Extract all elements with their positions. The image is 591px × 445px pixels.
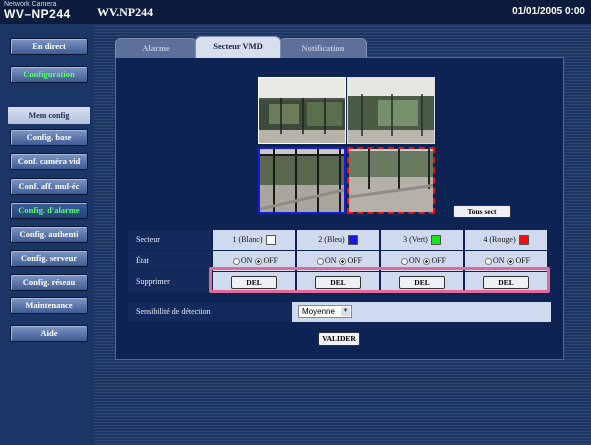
sector-2-label: 2 (Bleu)	[318, 235, 345, 244]
sector-1-area[interactable]	[258, 77, 346, 144]
sector-3-off-label: OFF	[431, 256, 447, 265]
sidebar-item-config-base[interactable]: Config. base	[10, 129, 88, 146]
sensitivity-value: Moyenne	[302, 307, 335, 316]
sector-1-off-radio[interactable]	[255, 257, 263, 265]
sidebar-item-camera-video[interactable]: Conf. caméra vid	[10, 153, 88, 170]
sector-3-on-radio[interactable]	[400, 257, 408, 265]
sensitivity-label: Sensibilité de détection	[128, 302, 291, 322]
chevron-down-icon: ▼	[341, 307, 350, 316]
valider-button[interactable]: VALIDER	[318, 332, 360, 346]
sector-3-label: 3 (Vert)	[403, 235, 428, 244]
brand-model: WV–NP244	[4, 7, 71, 21]
sector-2-header: 2 (Bleu)	[297, 230, 379, 250]
sector-3-header: 3 (Vert)	[381, 230, 463, 250]
sector-4-area[interactable]	[347, 147, 435, 214]
sector-4-on-label: ON	[492, 256, 505, 265]
sensitivity-cell: Moyenne ▼	[292, 302, 551, 322]
sector-1-swatch	[265, 235, 276, 246]
tab-notification[interactable]: Notification	[279, 38, 367, 58]
help-button[interactable]: Aide	[10, 325, 88, 342]
sector-4-off-label: OFF	[515, 256, 531, 265]
sector-2-off-radio[interactable]	[339, 257, 347, 265]
datetime: 01/01/2005 0:00	[512, 6, 585, 17]
sidebar-item-network[interactable]: Config. réseau	[10, 274, 88, 291]
sector-2-off-label: OFF	[347, 256, 363, 265]
sidebar-item-authentication[interactable]: Config. authenti	[10, 226, 88, 243]
row-label-secteur: Secteur	[128, 230, 211, 250]
sector-1-off-label: OFF	[263, 256, 279, 265]
page-title: WV.NP244	[97, 5, 154, 19]
mem-config-label: Mem config	[8, 107, 90, 124]
sidebar-item-maintenance[interactable]: Maintenance	[10, 297, 88, 314]
sector-4-on-radio[interactable]	[484, 257, 492, 265]
sector-2-area[interactable]	[258, 147, 346, 214]
sector-4-swatch	[518, 235, 529, 246]
sector-1-on-radio[interactable]	[232, 257, 240, 265]
sector-4-label: 4 (Rouge)	[483, 235, 516, 244]
row-label-etat: État	[128, 251, 211, 271]
sector-3-off-radio[interactable]	[423, 257, 431, 265]
delete-row-highlight	[209, 267, 550, 293]
sidebar-item-multi-screen[interactable]: Conf. aff. mul-éc	[10, 178, 88, 195]
sector-3-swatch	[430, 235, 441, 246]
sector-1-label: 1 (Blanc)	[232, 235, 263, 244]
sector-2-on-label: ON	[324, 256, 337, 265]
sector-2-swatch	[347, 235, 358, 246]
sector-4-off-radio[interactable]	[507, 257, 515, 265]
sector-row: Secteur 1 (Blanc) 2 (Bleu) 3 (Vert) 4 (R…	[128, 230, 551, 250]
sensitivity-select[interactable]: Moyenne ▼	[298, 305, 352, 318]
sidebar-item-alarm[interactable]: Config. d'alarme	[10, 202, 88, 219]
sector-4-header: 4 (Rouge)	[465, 230, 547, 250]
sector-2-on-radio[interactable]	[316, 257, 324, 265]
sidebar-item-server[interactable]: Config. serveur	[10, 250, 88, 267]
row-label-supprimer: Supprimer	[128, 272, 211, 292]
camera-image[interactable]	[258, 77, 438, 214]
sector-3-on-label: ON	[408, 256, 421, 265]
top-header: Network Camera WV–NP244 WV.NP244 01/01/2…	[0, 0, 591, 24]
sector-1-header: 1 (Blanc)	[213, 230, 295, 250]
sector-1-on-label: ON	[240, 256, 253, 265]
all-sectors-button[interactable]: Tous sect	[453, 205, 511, 218]
live-button[interactable]: En direct	[10, 38, 88, 55]
configuration-button[interactable]: Configuration	[10, 66, 88, 83]
sector-3-area[interactable]	[347, 77, 435, 144]
tab-secteur-vmd[interactable]: Secteur VMD	[195, 36, 281, 58]
tab-alarme[interactable]: Alarme	[115, 38, 197, 58]
